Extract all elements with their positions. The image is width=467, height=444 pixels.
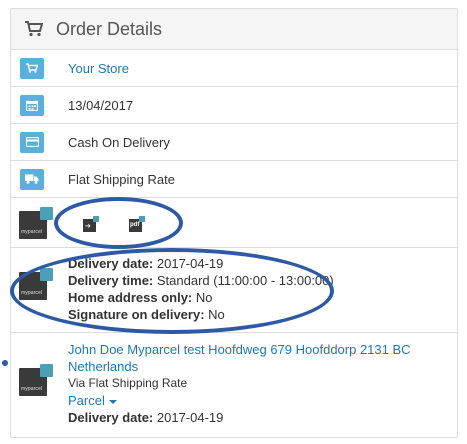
calendar-icon <box>20 94 44 116</box>
myparcel-logo: myparcel <box>19 268 53 300</box>
delivery-info: Delivery date: 2017-04-19 Delivery time:… <box>68 256 334 322</box>
payment-row: Cash On Delivery <box>11 124 457 161</box>
cart-icon <box>20 57 44 79</box>
panel-title: Order Details <box>56 18 163 39</box>
delivery-info-row: myparcel Delivery date: 2017-04-19 Deliv… <box>11 248 457 333</box>
myparcel-actions-row: myparcel ➔ pdf <box>11 198 457 248</box>
myparcel-logo: myparcel <box>19 207 53 239</box>
shipping-method: Flat Shipping Rate <box>68 171 175 187</box>
panel-heading: Order Details <box>11 9 457 50</box>
truck-icon <box>20 168 44 190</box>
order-date: 13/04/2017 <box>68 97 134 113</box>
shipping-via: Via Flat Shipping Rate <box>68 376 188 390</box>
shipment-details: John Doe Myparcel test Hoofdweg 679 Hoof… <box>68 341 443 426</box>
myparcel-logo: myparcel <box>19 364 53 396</box>
payment-method: Cash On Delivery <box>68 134 170 150</box>
cart-icon <box>25 21 43 37</box>
shipping-row: Flat Shipping Rate <box>11 161 457 198</box>
export-icon[interactable]: ➔ <box>83 216 99 232</box>
shipment-row: myparcel John Doe Myparcel test Hoofdweg… <box>11 333 457 433</box>
shipping-address-link[interactable]: John Doe Myparcel test Hoofdweg 679 Hoof… <box>68 341 443 375</box>
store-row: Your Store <box>11 50 457 87</box>
order-details-panel: Order Details Your Store 13/04/2017 Cash… <box>10 8 458 438</box>
pdf-icon[interactable]: pdf <box>129 216 145 232</box>
store-link[interactable]: Your Store <box>68 61 129 76</box>
annotation-dot <box>2 360 8 366</box>
credit-card-icon <box>20 131 44 153</box>
date-row: 13/04/2017 <box>11 87 457 124</box>
package-type-dropdown[interactable]: Parcel <box>68 392 443 409</box>
caret-down-icon <box>108 399 117 404</box>
